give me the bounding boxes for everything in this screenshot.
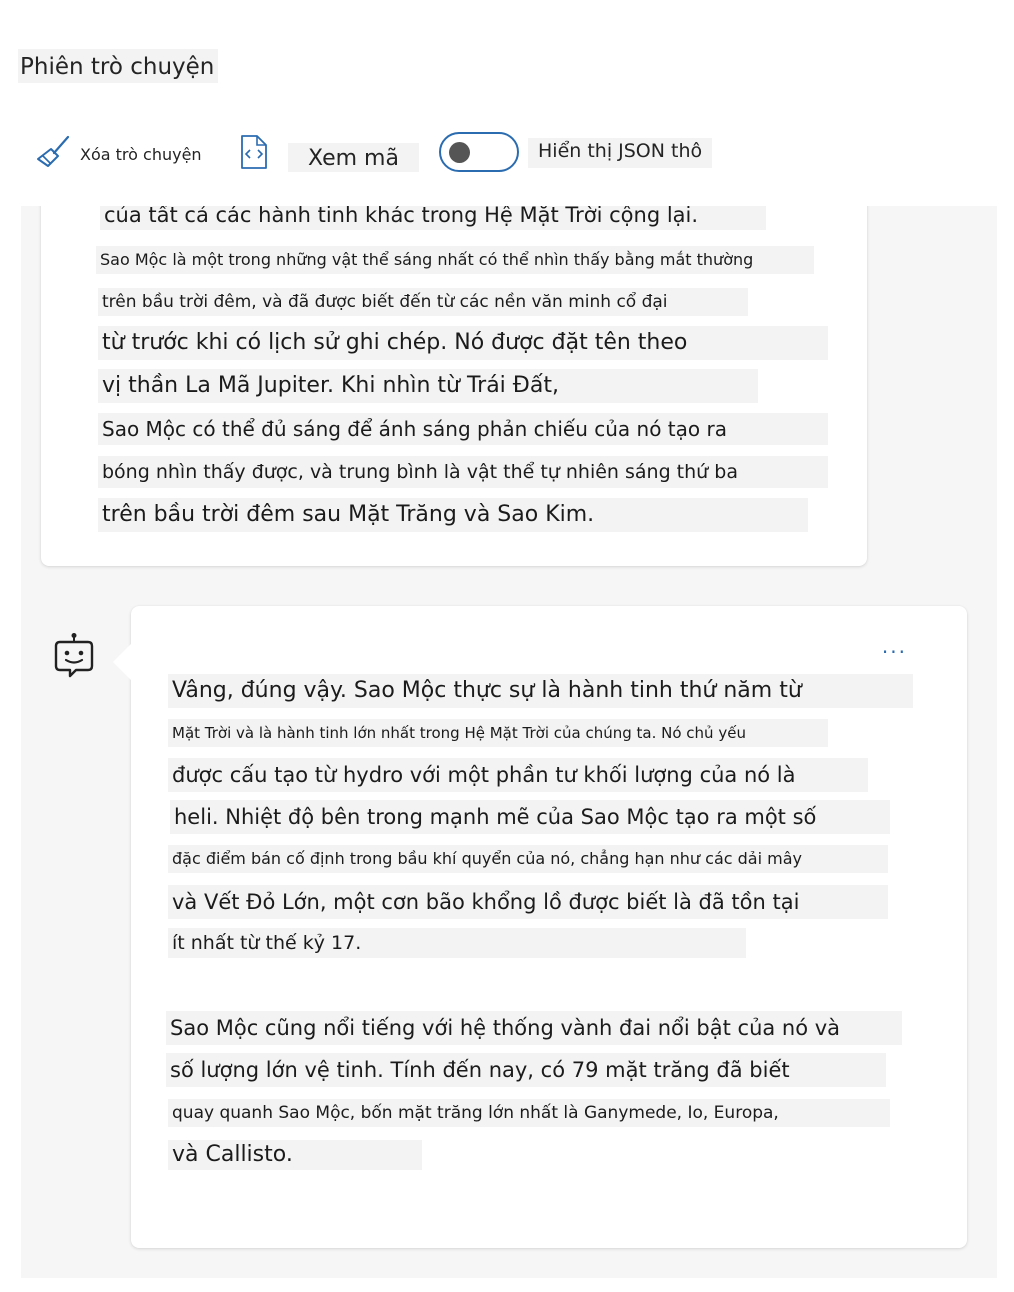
broom-icon [34, 133, 72, 175]
message-line: của tất cả các hành tinh khác trong Hệ M… [100, 206, 766, 230]
user-message-card: của tất cả các hành tinh khác trong Hệ M… [41, 206, 867, 566]
message-line: và Callisto. [168, 1140, 422, 1170]
view-code-label: Xem mã [288, 142, 419, 172]
bot-avatar-icon [52, 632, 96, 684]
message-line: Sao Mộc là một trong những vật thể sáng … [96, 246, 814, 274]
toggle-knob [449, 142, 470, 163]
message-line: quay quanh Sao Mộc, bốn mặt trăng lớn nh… [168, 1099, 890, 1127]
message-line: được cấu tạo từ hydro với một phần tư kh… [168, 758, 868, 792]
message-line: từ trước khi có lịch sử ghi chép. Nó đượ… [98, 326, 828, 360]
message-line: bóng nhìn thấy được, và trung bình là vậ… [98, 456, 828, 488]
clear-chat-label: Xóa trò chuyện [80, 144, 202, 164]
message-line: Vâng, đúng vậy. Sao Mộc thực sự là hành … [168, 674, 913, 708]
message-line: và Vết Đỏ Lớn, một cơn bão khổng lồ được… [168, 885, 888, 919]
message-line: trên bầu trời đêm sau Mặt Trăng và Sao K… [98, 498, 808, 532]
raw-json-label: Hiển thị JSON thô [528, 138, 713, 168]
message-line: heli. Nhiệt độ bên trong mạnh mẽ của Sao… [170, 800, 890, 834]
message-line: số lượng lớn vệ tinh. Tính đến nay, có 7… [166, 1053, 886, 1087]
message-line: ít nhất từ thế kỷ 17. [168, 928, 746, 958]
clear-chat-button[interactable]: Xóa trò chuyện [34, 134, 202, 174]
session-title: Phiên trò chuyện [18, 49, 219, 83]
message-line: Sao Mộc cũng nổi tiếng với hệ thống vành… [166, 1011, 902, 1045]
message-line: vị thần La Mã Jupiter. Khi nhìn từ Trái … [98, 369, 758, 403]
chat-area[interactable]: của tất cả các hành tinh khác trong Hệ M… [21, 206, 997, 1278]
message-line: đặc điểm bán cố định trong bầu khí quyển… [168, 845, 888, 873]
raw-json-toggle[interactable] [439, 132, 519, 172]
message-line: Sao Mộc có thể đủ sáng để ánh sáng phản … [98, 413, 828, 445]
bot-message-card: ... Vâng, đúng vậy. Sao Mộc thực sự là h… [113, 606, 967, 1248]
code-file-icon [238, 133, 270, 175]
message-line: Mặt Trời và là hành tinh lớn nhất trong … [168, 719, 828, 747]
message-line: trên bầu trời đêm, và đã được biết đến t… [98, 288, 748, 316]
toolbar: Xóa trò chuyện Xem mã Hiển thị JSON thô [0, 128, 1014, 178]
more-options-button[interactable]: ... [882, 636, 907, 656]
view-code-button[interactable]: Xem mã [238, 134, 419, 174]
